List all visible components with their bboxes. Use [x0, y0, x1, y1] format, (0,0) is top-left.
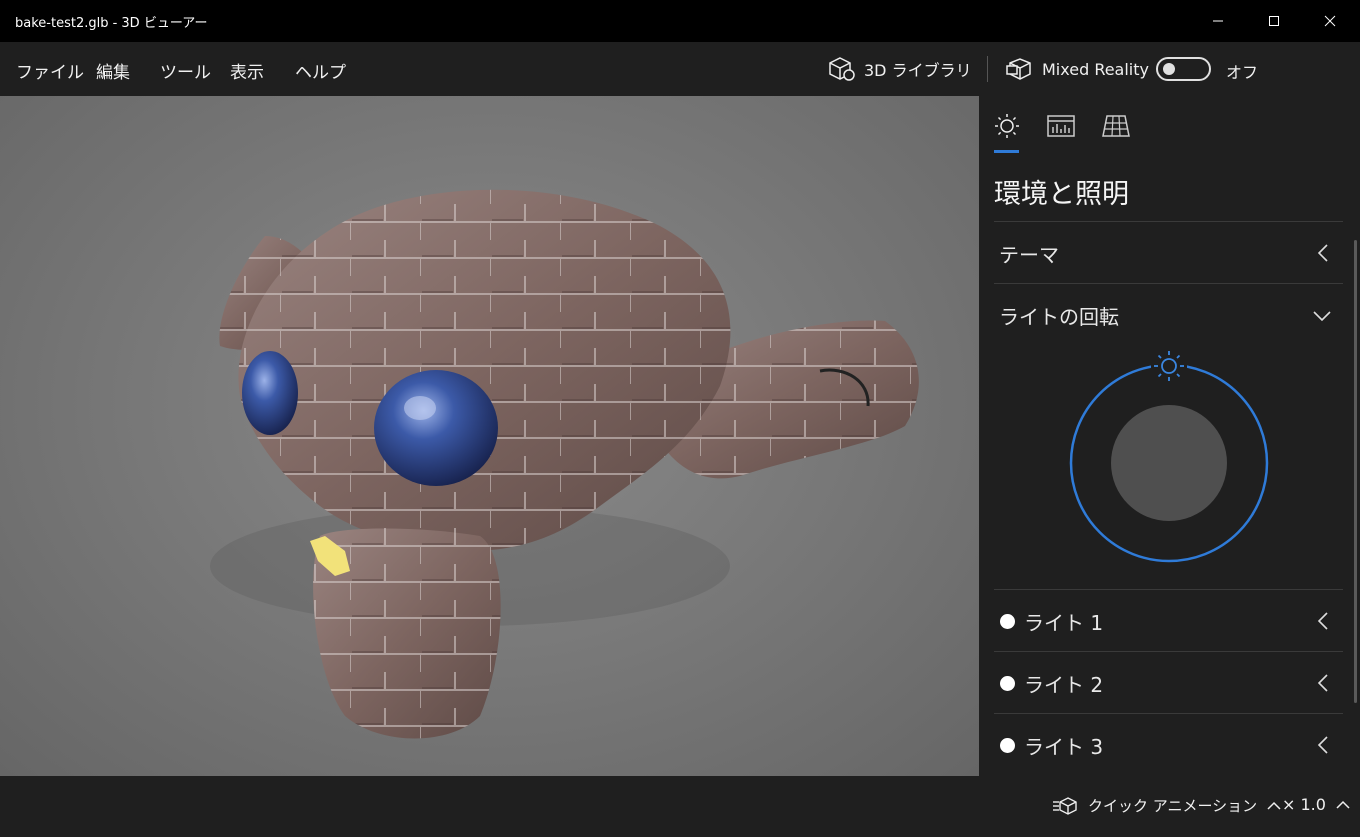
- sun-settings-icon: [995, 114, 1019, 138]
- minimize-button[interactable]: [1190, 0, 1246, 42]
- section-light-rotation-label: ライトの回転: [999, 305, 1119, 329]
- menu-edit[interactable]: 編集: [96, 58, 130, 83]
- panel-scrollbar[interactable]: [1354, 240, 1357, 703]
- mixed-reality-button[interactable]: Mixed Reality: [1006, 54, 1149, 84]
- chevron-up-icon: [1267, 801, 1281, 810]
- 3d-viewport[interactable]: [0, 96, 979, 776]
- section-light-3[interactable]: ライト 3: [994, 713, 1343, 775]
- close-icon: [1324, 15, 1336, 27]
- cube-library-icon: [829, 57, 855, 81]
- 3d-library-button[interactable]: 3D ライブラリ: [828, 54, 972, 84]
- tab-grid[interactable]: [1102, 112, 1130, 140]
- chevron-left-icon: [1317, 612, 1328, 630]
- mixed-reality-toggle[interactable]: [1156, 57, 1211, 81]
- light-2-color-dot: [1000, 676, 1015, 691]
- section-theme-label: テーマ: [999, 243, 1059, 267]
- bottom-bar: クイック アニメーション × 1.0: [0, 776, 1360, 837]
- light-1-label: ライト 1: [1024, 611, 1104, 635]
- light-3-color-dot: [1000, 738, 1015, 753]
- section-theme[interactable]: テーマ: [994, 221, 1343, 283]
- chevron-up-icon: [1336, 800, 1350, 809]
- animation-cube-icon: [1053, 796, 1077, 815]
- chevron-left-icon: [1317, 736, 1328, 754]
- quick-animation-label: クイック アニメーション: [1088, 797, 1258, 815]
- light-2-label: ライト 2: [1024, 673, 1104, 697]
- menu-help[interactable]: ヘルプ: [295, 58, 346, 83]
- chevron-down-icon: [1313, 311, 1331, 322]
- monkey-model[interactable]: [0, 96, 979, 776]
- title-bar: bake-test2.glb - 3D ビューアー: [0, 0, 1360, 42]
- maximize-icon: [1269, 16, 1279, 26]
- menu-view[interactable]: 表示: [230, 58, 264, 83]
- maximize-button[interactable]: [1246, 0, 1302, 42]
- window-title: bake-test2.glb - 3D ビューアー: [15, 16, 208, 31]
- quick-animation-button[interactable]: クイック アニメーション: [1052, 795, 1281, 816]
- active-tab-indicator: [994, 150, 1019, 153]
- minimize-icon: [1213, 20, 1223, 22]
- dial-center: [1111, 405, 1227, 521]
- panel-title: 環境と照明: [994, 179, 1129, 210]
- mixed-reality-label: Mixed Reality: [1042, 59, 1149, 79]
- section-light-2[interactable]: ライト 2: [994, 651, 1343, 713]
- animation-speed-button[interactable]: × 1.0: [1282, 795, 1350, 814]
- grid-icon: [1102, 115, 1130, 137]
- light-1-color-dot: [1000, 614, 1015, 629]
- environment-lighting-panel: 環境と照明 テーマ ライトの回転 ライト 1 ライト 2 ライト 3: [979, 96, 1360, 776]
- tab-stats[interactable]: [1047, 112, 1075, 140]
- tab-environment[interactable]: [993, 112, 1021, 140]
- stats-chart-icon: [1047, 115, 1075, 137]
- speed-label: × 1.0: [1282, 795, 1326, 814]
- close-button[interactable]: [1302, 0, 1358, 42]
- toggle-knob: [1163, 63, 1175, 75]
- 3d-library-label: 3D ライブラリ: [864, 61, 972, 80]
- menu-file[interactable]: ファイル: [16, 58, 84, 83]
- menu-bar: ファイル 編集 ツール 表示 ヘルプ 3D ライブラリ Mixed Realit…: [0, 42, 1360, 96]
- chevron-left-icon: [1317, 674, 1328, 692]
- menu-divider: [987, 56, 988, 82]
- light-3-label: ライト 3: [1024, 735, 1104, 759]
- toggle-state-label: オフ: [1226, 63, 1259, 82]
- chevron-left-icon: [1317, 244, 1328, 262]
- mixed-reality-icon: [1006, 58, 1031, 80]
- section-light-rotation[interactable]: ライトの回転: [994, 283, 1343, 345]
- menu-tools[interactable]: ツール: [160, 58, 211, 83]
- section-light-1[interactable]: ライト 1: [994, 589, 1343, 651]
- light-rotation-dial[interactable]: [1069, 346, 1269, 576]
